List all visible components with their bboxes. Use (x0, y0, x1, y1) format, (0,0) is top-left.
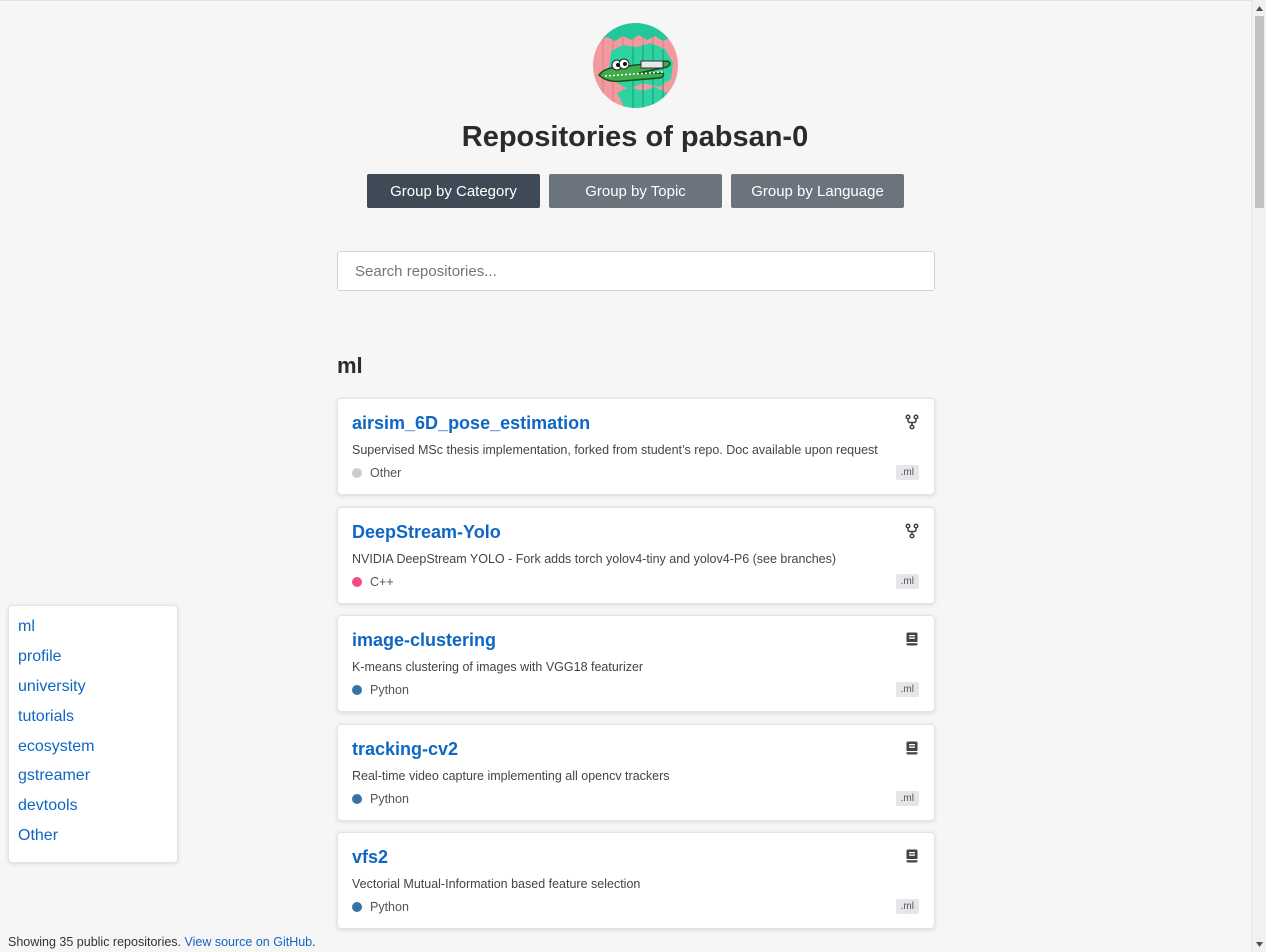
footer: Showing 35 public repositories. View sou… (8, 935, 316, 949)
crocodile-avatar-icon (593, 23, 678, 108)
category-sidebar: ml profile university tutorials ecosyste… (8, 605, 178, 863)
language-dot (352, 793, 362, 804)
sidebar-item-gstreamer[interactable]: gstreamer (9, 765, 177, 795)
book-icon (906, 849, 918, 863)
repo-description: K-means clustering of images with VGG18 … (352, 660, 644, 674)
language-dot (352, 468, 362, 478)
repo-language: Python (352, 683, 409, 697)
sidebar-item-ml[interactable]: ml (9, 616, 177, 646)
language-dot (352, 576, 362, 587)
page-viewport: Repositories of pabsan-0 Group by Catego… (0, 0, 1251, 952)
language-label: Python (370, 683, 409, 697)
repo-description: NVIDIA DeepStream YOLO - Fork adds torch… (352, 551, 837, 566)
scroll-up-arrow-icon[interactable] (1252, 1, 1266, 15)
repo-language: C++ (352, 575, 394, 589)
topic-badge: .ml (895, 899, 919, 914)
group-by-language-button[interactable]: Group by Language (731, 174, 904, 208)
repo-description: Vectorial Mutual-Information based featu… (352, 877, 641, 891)
topic-badge: .ml (895, 573, 919, 589)
scrollbar-thumb[interactable] (1255, 16, 1264, 208)
language-label: Python (370, 900, 409, 914)
language-label: Other (370, 466, 402, 480)
group-by-topic-button[interactable]: Group by Topic (549, 174, 722, 208)
view-source-link[interactable]: View source on GitHub (185, 935, 313, 949)
repo-language: Python (352, 900, 409, 914)
topic-badge: .ml (895, 682, 919, 697)
repo-card: image-clustering K-means clustering of i… (337, 615, 935, 712)
search-input[interactable] (337, 251, 935, 291)
repo-name-link[interactable]: image-clustering (352, 630, 496, 651)
group-by-category-button[interactable]: Group by Category (367, 174, 540, 208)
repo-card: tracking-cv2 Real-time video capture imp… (337, 723, 935, 821)
repo-card: DeepStream-Yolo NVIDIA DeepStream YOLO -… (337, 506, 935, 604)
book-icon (906, 632, 918, 646)
footer-text: Showing 35 public repositories. (8, 935, 182, 949)
scroll-down-arrow-icon[interactable] (1252, 937, 1266, 951)
topic-badge: .ml (895, 790, 919, 806)
language-label: Python (370, 791, 409, 806)
repo-description: Real-time video capture implementing all… (352, 768, 670, 783)
book-icon (906, 741, 918, 754)
sidebar-item-other[interactable]: Other (9, 825, 177, 855)
sidebar-item-devtools[interactable]: devtools (9, 795, 177, 825)
topic-badge: .ml (895, 465, 919, 480)
repo-language: Other (352, 466, 401, 480)
vertical-scrollbar[interactable] (1251, 0, 1266, 952)
repo-name-link[interactable]: vfs2 (352, 847, 388, 868)
language-dot (352, 685, 362, 695)
sidebar-item-ecosystem[interactable]: ecosystem (9, 736, 177, 766)
language-label: C++ (370, 574, 394, 589)
repo-name-link[interactable]: DeepStream-Yolo (352, 522, 501, 543)
repo-list: airsim_6D_pose_estimation Supervised MSc… (337, 398, 935, 941)
footer-suffix: . (312, 935, 316, 949)
fork-icon (905, 414, 919, 430)
page-title: Repositories of pabsan-0 (461, 121, 809, 153)
sidebar-item-profile[interactable]: profile (9, 646, 177, 676)
language-dot (352, 902, 362, 912)
repo-language: Python (352, 792, 409, 806)
sidebar-item-university[interactable]: university (9, 676, 177, 706)
section-title: ml (337, 353, 363, 378)
repo-description: Supervised MSc thesis implementation, fo… (352, 443, 878, 457)
repo-card: vfs2 Vectorial Mutual-Information based … (337, 832, 935, 929)
repo-name-link[interactable]: tracking-cv2 (352, 739, 458, 760)
fork-icon (905, 522, 919, 539)
sidebar-item-tutorials[interactable]: tutorials (9, 706, 177, 736)
repo-card: airsim_6D_pose_estimation Supervised MSc… (337, 398, 935, 495)
repo-name-link[interactable]: airsim_6D_pose_estimation (352, 413, 590, 434)
